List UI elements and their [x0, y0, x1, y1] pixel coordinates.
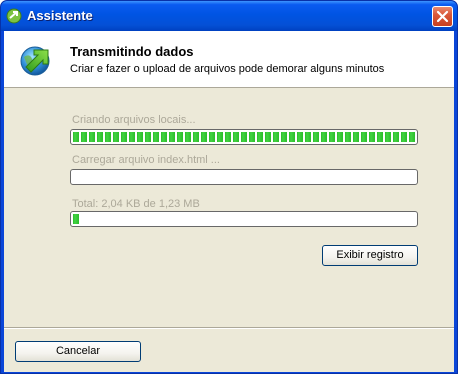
step-label-upload-file: Carregar arquivo index.html ...	[72, 154, 220, 166]
window-title: Assistente	[27, 8, 93, 23]
app-icon	[6, 8, 22, 24]
close-icon	[436, 10, 449, 23]
dialog-body: Transmitindo dados Criar e fazer o uploa…	[4, 31, 454, 372]
close-button[interactable]	[432, 6, 453, 27]
show-log-button[interactable]: Exibir registro	[322, 245, 418, 266]
progress-fill	[73, 214, 81, 224]
progress-bar-upload-file	[70, 169, 418, 185]
progress-bar-total	[70, 211, 418, 227]
header-subtitle: Criar e fazer o upload de arquivos pode …	[70, 63, 385, 75]
progress-bar-local-files	[70, 129, 418, 145]
cancel-button[interactable]: Cancelar	[15, 341, 141, 362]
step-label-total: Total: 2,04 KB de 1,23 MB	[72, 198, 200, 210]
wizard-header: Transmitindo dados Criar e fazer o uploa…	[4, 31, 454, 88]
wizard-window: Assistente Transmitindo dados Criar e fa…	[0, 0, 458, 374]
footer-divider	[4, 327, 454, 329]
title-bar[interactable]: Assistente	[1, 1, 457, 31]
progress-fill	[73, 132, 415, 142]
green-arrow-globe-icon	[20, 46, 50, 76]
step-label-local-files: Criando arquivos locais...	[72, 114, 196, 126]
header-title: Transmitindo dados	[70, 44, 194, 59]
